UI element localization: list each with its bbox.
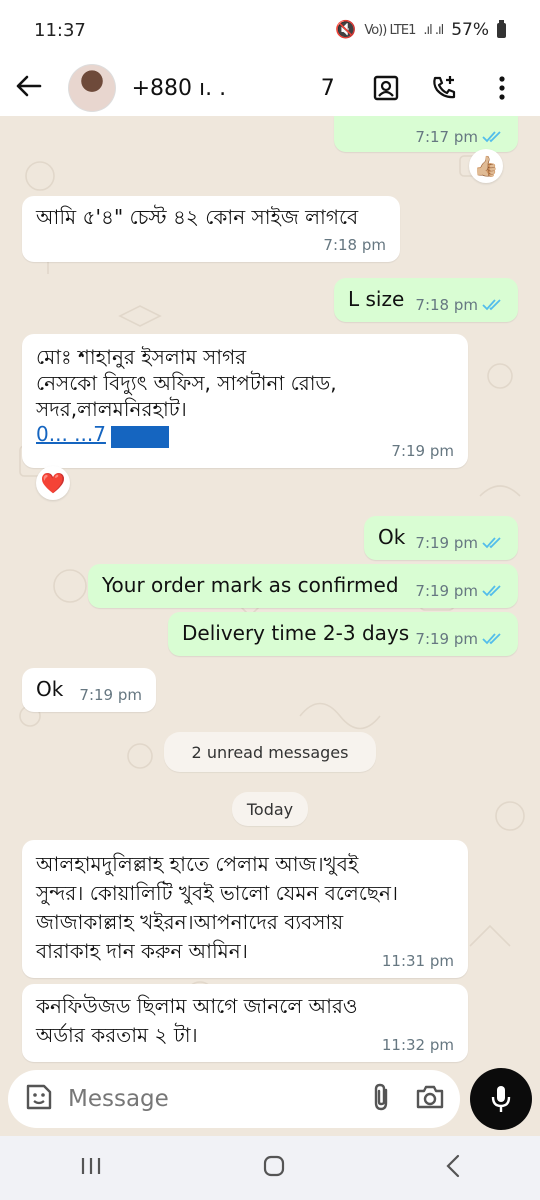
message-input[interactable]: Message bbox=[68, 1086, 370, 1112]
message-meta: 7:19 pm bbox=[415, 582, 504, 600]
message-time: 7:19 pm bbox=[391, 442, 454, 460]
message-time: 7:18 pm bbox=[415, 296, 478, 314]
message-text: মোঃ শাহানুর ইসলাম সাগর নেসকো বিদ্যুৎ অফি… bbox=[36, 345, 337, 421]
message-bubble[interactable]: মোঃ শাহানুর ইসলাম সাগর নেসকো বিদ্যুৎ অফি… bbox=[22, 334, 468, 468]
voice-message-button[interactable] bbox=[470, 1068, 532, 1130]
message-time: 7:18 pm bbox=[323, 236, 386, 254]
home-icon[interactable] bbox=[262, 1154, 286, 1182]
message-time: 7:19 pm bbox=[415, 534, 478, 552]
message-bubble[interactable]: Your order mark as confirmed 7:19 pm bbox=[88, 564, 518, 608]
unread-messages-chip: 2 unread messages bbox=[164, 732, 376, 772]
signal-icon: .ıl .ıl bbox=[423, 22, 444, 38]
message-bubble[interactable]: L size 7:18 pm bbox=[334, 278, 518, 322]
message-bubble[interactable]: Ok 7:19 pm bbox=[364, 516, 518, 560]
message-text: আমি ৫'৪" চেস্ট ৪২ কোন সাইজ লাগবে bbox=[36, 205, 359, 229]
read-ticks-icon bbox=[482, 633, 501, 645]
read-ticks-icon bbox=[482, 131, 501, 143]
add-call-icon[interactable] bbox=[422, 66, 466, 110]
message-bubble[interactable]: 7:17 pm bbox=[334, 116, 518, 152]
status-bar: 11:37 🔇 Vo)) LTE1 .ıl .ıl 57% bbox=[0, 0, 540, 60]
message-composer: Message bbox=[8, 1070, 460, 1128]
read-ticks-icon bbox=[482, 585, 501, 597]
message-meta: 7:18 pm bbox=[323, 236, 386, 254]
chat-area[interactable]: 7:17 pm 👍🏼 আমি ৫'৪" চেস্ট ৪২ কোন সাইজ লা… bbox=[0, 116, 540, 1070]
attach-icon[interactable] bbox=[370, 1082, 392, 1116]
chat-header: +880 ı. . 7 bbox=[0, 60, 540, 116]
message-time: 7:19 pm bbox=[79, 686, 142, 704]
message-meta: 11:31 pm bbox=[382, 952, 454, 970]
contact-card-icon[interactable] bbox=[365, 66, 409, 110]
status-icons: 🔇 Vo)) LTE1 .ıl .ıl 57% bbox=[335, 19, 506, 40]
phone-number-text[interactable]: 0... ...7 bbox=[36, 422, 106, 446]
back-nav-icon[interactable] bbox=[445, 1154, 461, 1182]
reaction-heart[interactable]: ❤️ bbox=[36, 466, 70, 500]
message-meta: 7:19 pm bbox=[415, 534, 504, 552]
read-ticks-icon bbox=[482, 299, 501, 311]
system-nav-bar bbox=[0, 1136, 540, 1200]
message-bubble[interactable]: Ok 7:19 pm bbox=[22, 668, 156, 712]
battery-icon bbox=[497, 19, 506, 38]
message-meta: 7:19 pm bbox=[391, 442, 454, 460]
battery-percent: 57% bbox=[451, 20, 489, 40]
message-meta: 7:17 pm bbox=[415, 128, 504, 146]
redaction-mark bbox=[111, 425, 170, 448]
mute-icon: 🔇 bbox=[335, 20, 357, 40]
message-meta: 7:19 pm bbox=[79, 686, 142, 704]
microphone-icon bbox=[491, 1086, 511, 1112]
read-ticks-icon bbox=[482, 537, 501, 549]
message-meta: 7:18 pm bbox=[415, 296, 504, 314]
recent-apps-icon[interactable] bbox=[79, 1156, 103, 1180]
message-bubble[interactable]: কনফিউজড ছিলাম আগে জানলে আরও অর্ডার করতাম… bbox=[22, 984, 468, 1062]
message-time: 7:19 pm bbox=[415, 630, 478, 648]
date-chip: Today bbox=[232, 792, 308, 826]
wifi-calling-icon: Vo)) LTE1 bbox=[364, 22, 416, 38]
message-time: 7:17 pm bbox=[415, 128, 478, 146]
message-time: 7:19 pm bbox=[415, 582, 478, 600]
sticker-icon[interactable] bbox=[24, 1082, 54, 1116]
status-time: 11:37 bbox=[34, 19, 86, 41]
message-time: 11:32 pm bbox=[381, 1036, 454, 1054]
contact-name-suffix[interactable]: 7 bbox=[321, 76, 351, 101]
more-options-icon[interactable] bbox=[480, 66, 524, 110]
back-arrow-icon[interactable] bbox=[16, 73, 56, 103]
camera-icon[interactable] bbox=[416, 1084, 444, 1114]
message-bubble[interactable]: আমি ৫'৪" চেস্ট ৪২ কোন সাইজ লাগবে 7:18 pm bbox=[22, 196, 400, 262]
message-meta: 7:19 pm bbox=[415, 630, 504, 648]
message-bubble[interactable]: Delivery time 2-3 days 7:19 pm bbox=[168, 612, 518, 656]
reaction-thumbs-up[interactable]: 👍🏼 bbox=[469, 149, 503, 183]
contact-name[interactable]: +880 ı. . bbox=[132, 76, 321, 101]
message-meta: 11:32 pm bbox=[382, 1036, 454, 1054]
message-text: আলহামদুলিল্লাহ হাতে পেলাম আজ।খুবই সুন্দর… bbox=[36, 852, 399, 963]
contact-avatar[interactable] bbox=[67, 64, 116, 112]
message-bubble[interactable]: আলহামদুলিল্লাহ হাতে পেলাম আজ।খুবই সুন্দর… bbox=[22, 840, 468, 978]
message-time: 11:31 pm bbox=[381, 952, 454, 970]
